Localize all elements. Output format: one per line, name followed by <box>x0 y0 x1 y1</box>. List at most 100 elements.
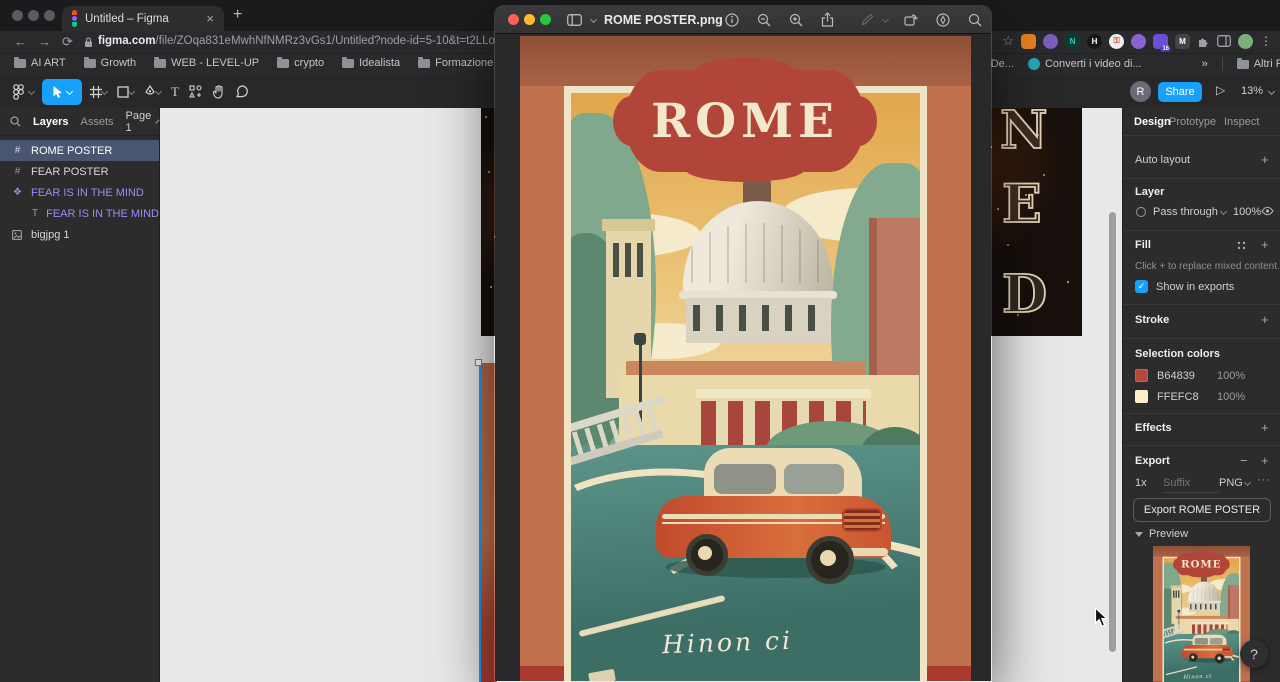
close-icon[interactable] <box>508 14 519 25</box>
bookmark-item[interactable]: WEB - LEVEL-UP <box>154 57 259 69</box>
menu-dots-icon[interactable]: ⋮ <box>1260 34 1272 48</box>
sidebar-chevron-icon[interactable] <box>590 16 597 23</box>
tab-design[interactable]: Design <box>1134 116 1171 128</box>
bookmark-item[interactable]: Formazione <box>418 57 493 69</box>
export-scale[interactable]: 1x <box>1135 477 1147 489</box>
fill-styles-icon[interactable] <box>1237 241 1246 250</box>
tab-close-icon[interactable]: × <box>206 11 214 26</box>
export-format[interactable]: PNG <box>1219 477 1243 489</box>
pen-tool[interactable] <box>139 79 166 105</box>
back-icon[interactable]: ← <box>14 34 27 49</box>
info-icon[interactable] <box>725 13 739 27</box>
color-hex-red[interactable]: B64839 <box>1157 370 1195 382</box>
bookmark-item[interactable]: Converti i video di... <box>1028 58 1142 70</box>
browser-tab[interactable]: Untitled – Figma × <box>62 6 224 31</box>
tab-prototype[interactable]: Prototype <box>1169 116 1216 128</box>
effects-add-icon[interactable]: + <box>1261 420 1269 435</box>
color-hex-cream[interactable]: FFEFC8 <box>1157 391 1199 403</box>
export-button[interactable]: Export ROME POSTER <box>1133 498 1271 522</box>
show-in-exports-checkbox[interactable]: ✓ <box>1135 280 1148 293</box>
ext-badge-icon[interactable]: 16 <box>1153 34 1168 49</box>
layer-row-image[interactable]: bigjpg 1 <box>0 224 159 245</box>
zoom-level[interactable]: 13% <box>1241 85 1263 97</box>
fill-add-icon[interactable]: + <box>1261 237 1269 252</box>
window-close-button[interactable] <box>12 10 23 21</box>
layer-row-text[interactable]: T FEAR IS IN THE MIND <box>0 203 159 224</box>
figma-main-menu[interactable] <box>8 79 39 105</box>
ext-key-icon[interactable]: ⚿ <box>1109 34 1124 49</box>
browser-sidebar-icon[interactable] <box>1217 35 1231 47</box>
stroke-add-icon[interactable]: + <box>1261 312 1269 327</box>
extensions-puzzle-icon[interactable] <box>1197 35 1210 48</box>
bookmark-item[interactable]: Idealista <box>342 57 400 69</box>
preview-disclosure-icon[interactable] <box>1135 532 1143 537</box>
color-swatch-cream[interactable] <box>1135 390 1148 403</box>
fullscreen-icon[interactable] <box>540 14 551 25</box>
export-more-icon[interactable]: ··· <box>1257 474 1271 486</box>
present-button[interactable]: ▷ <box>1216 83 1225 97</box>
ext-fox-icon[interactable] <box>1021 34 1036 49</box>
auto-layout-add-icon[interactable]: + <box>1261 152 1269 167</box>
layer-opacity-value[interactable]: 100% <box>1233 206 1261 218</box>
zoom-chevron-icon[interactable] <box>1268 88 1275 95</box>
blend-chevron-icon[interactable] <box>1220 208 1227 215</box>
color-opacity-red[interactable]: 100% <box>1217 370 1245 382</box>
forward-icon[interactable]: → <box>38 34 51 49</box>
color-opacity-cream[interactable]: 100% <box>1217 391 1245 403</box>
markup-toolbar-icon[interactable] <box>936 13 950 27</box>
layer-row-component[interactable]: ❖ FEAR IS IN THE MIND <box>0 182 159 203</box>
resources-tool[interactable] <box>184 79 207 105</box>
ext-h-icon[interactable]: H <box>1087 34 1102 49</box>
ext-ball-icon[interactable] <box>1131 34 1146 49</box>
search-icon[interactable] <box>968 13 982 27</box>
search-icon[interactable] <box>10 116 21 127</box>
ext-m-icon[interactable]: M <box>1175 34 1190 49</box>
preview-sidebar-icon[interactable] <box>567 14 582 26</box>
bookmark-item[interactable]: crypto <box>277 57 324 69</box>
share-button[interactable]: Share <box>1158 82 1202 102</box>
hand-tool[interactable] <box>207 79 230 105</box>
tab-inspect[interactable]: Inspect <box>1224 116 1259 128</box>
format-chevron-icon[interactable] <box>1244 479 1251 486</box>
preview-title-bar[interactable]: ROME POSTER.png <box>495 6 991 34</box>
page-selector[interactable]: Page 1 <box>126 110 152 134</box>
bookmark-item[interactable]: AI ART <box>14 57 66 69</box>
tab-assets[interactable]: Assets <box>80 116 113 128</box>
window-zoom-button[interactable] <box>44 10 55 21</box>
shape-tool[interactable] <box>112 79 139 105</box>
color-swatch-red[interactable] <box>1135 369 1148 382</box>
frame-tool[interactable] <box>85 79 112 105</box>
user-avatar[interactable]: R <box>1130 81 1151 102</box>
minimize-icon[interactable] <box>524 14 535 25</box>
zoom-out-icon[interactable] <box>757 13 771 27</box>
other-bookmarks[interactable]: Altri Preferiti <box>1237 58 1280 70</box>
blend-mode-icon[interactable] <box>1136 207 1146 217</box>
canvas-scrollbar[interactable] <box>1109 212 1116 652</box>
export-remove-icon[interactable]: − <box>1240 453 1248 468</box>
ext-purple-icon[interactable] <box>1043 34 1058 49</box>
bookmarks-overflow-icon[interactable]: » <box>1202 58 1208 70</box>
rotate-icon[interactable] <box>904 13 918 26</box>
preview-window[interactable]: ROME Hinon ci ROME POSTER.png <box>494 5 992 682</box>
bookmark-item[interactable]: Growth <box>84 57 136 69</box>
visibility-eye-icon[interactable] <box>1261 206 1274 216</box>
reload-icon[interactable]: ⟳ <box>62 34 73 50</box>
comment-tool[interactable] <box>230 79 254 105</box>
bookmark-star-icon[interactable]: ☆ <box>1002 33 1014 49</box>
profile-avatar[interactable] <box>1238 34 1253 49</box>
tab-layers[interactable]: Layers <box>33 116 68 128</box>
zoom-in-icon[interactable] <box>789 13 803 27</box>
export-suffix-input[interactable]: Suffix <box>1163 477 1219 493</box>
share-icon[interactable] <box>821 12 834 27</box>
blend-mode-value[interactable]: Pass through <box>1153 206 1218 218</box>
ext-n-icon[interactable]: N <box>1065 34 1080 49</box>
layer-row-rome-poster[interactable]: # ROME POSTER <box>0 140 159 161</box>
window-minimize-button[interactable] <box>28 10 39 21</box>
help-button[interactable]: ? <box>1240 640 1268 668</box>
text-tool[interactable]: T <box>166 79 184 105</box>
new-tab-button[interactable]: + <box>233 6 242 24</box>
export-add-icon[interactable]: + <box>1261 453 1269 468</box>
selection-handle[interactable] <box>475 359 482 366</box>
layer-row-fear-poster[interactable]: # FEAR POSTER <box>0 161 159 182</box>
move-tool[interactable] <box>42 79 82 105</box>
